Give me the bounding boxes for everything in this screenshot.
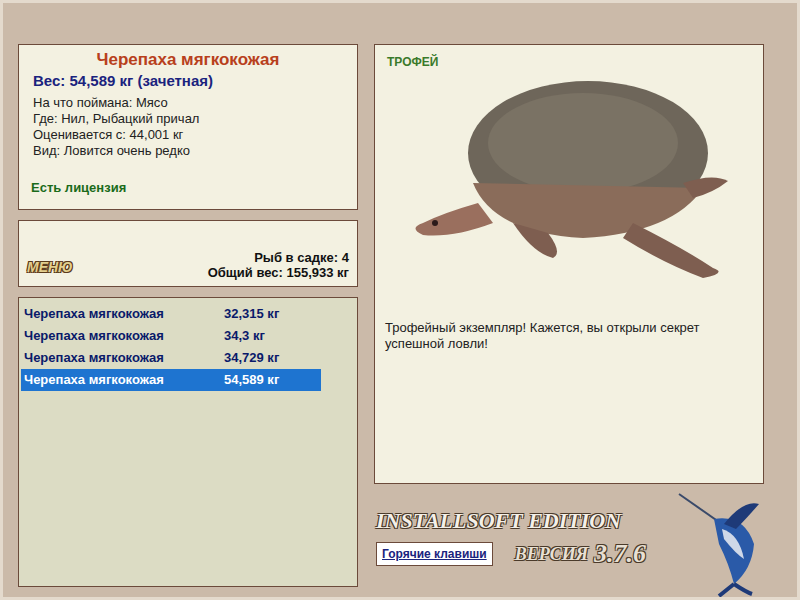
trophy-message: Трофейный экземпляр! Кажется, вы открыли… (383, 320, 755, 352)
fish-row[interactable]: Черепаха мягкокожая54,589 кг (21, 369, 321, 391)
fish-name: Черепаха мягкокожая (24, 326, 224, 346)
keepnet-count: Рыб в садке: 4 (208, 250, 349, 265)
catch-panel: Черепаха мягкокожаяВес: 54,589 кг (зачет… (18, 44, 358, 210)
version-row: Горячие клавиши ВЕРСИЯ3.7.6 (376, 540, 674, 568)
fish-name: Черепаха мягкокожая (24, 370, 224, 390)
marlin-icon (674, 484, 764, 597)
catch-weight: Вес: 54,589 кг (зачетная) (19, 71, 357, 91)
fish-name: Черепаха мягкокожая (24, 348, 224, 368)
catch-detail: На что поймана: Мясо (33, 95, 357, 111)
fish-weight: 54,589 кг (224, 370, 279, 390)
fish-weight: 32,315 кг (224, 304, 279, 324)
fish-row[interactable]: Черепаха мягкокожая32,315 кг (21, 303, 321, 325)
edition-logo: INSTALLSOFT EDITION (376, 508, 674, 534)
right-column: ТРОФЕЙ Трофейный экземпляр! Кажется, вы о… (374, 44, 764, 597)
turtle-photo (383, 73, 753, 288)
trophy-panel: ТРОФЕЙ Трофейный экземпляр! Кажется, вы о… (374, 44, 764, 484)
catch-detail: Оценивается с: 44,001 кг (33, 127, 357, 143)
fish-weight: 34,729 кг (224, 348, 279, 368)
version: ВЕРСИЯ3.7.6 (515, 540, 646, 568)
version-label: ВЕРСИЯ (515, 541, 588, 568)
catch-detail: Где: Нил, Рыбацкий причал (33, 111, 357, 127)
version-number: 3.7.6 (594, 540, 646, 568)
footer: INSTALLSOFT EDITION Горячие клавиши ВЕРСИЯ… (374, 484, 764, 597)
catch-details: На что поймана: МясоГде: Нил, Рыбацкий п… (19, 95, 357, 159)
keepnet-total: Общий вес: 155,933 кг (208, 265, 349, 280)
keepnet-info: Рыб в садке: 4Общий вес: 155,933 кг (208, 250, 349, 280)
license-status: Есть лицензия (19, 178, 357, 210)
menu-button[interactable]: МЕНЮ (27, 257, 73, 278)
footer-text: INSTALLSOFT EDITION Горячие клавиши ВЕРСИЯ… (374, 484, 674, 597)
fish-name: Черепаха мягкокожая (24, 304, 224, 324)
catch-detail: Вид: Ловится очень редко (33, 143, 357, 159)
trophy-label: ТРОФЕЙ (383, 53, 755, 71)
catch-name: Черепаха мягкокожая (19, 45, 357, 71)
fish-weight: 34,3 кг (224, 326, 265, 346)
fish-list: Черепаха мягкокожая32,315 кгЧерепаха мяг… (18, 297, 358, 587)
keepnet-panel: МЕНЮ Рыб в садке: 4Общий вес: 155,933 кг (18, 220, 358, 287)
left-column: Черепаха мягкокожаяВес: 54,589 кг (зачет… (18, 44, 358, 597)
fish-row[interactable]: Черепаха мягкокожая34,729 кг (21, 347, 321, 369)
hotkeys-button[interactable]: Горячие клавиши (376, 542, 493, 566)
fish-row[interactable]: Черепаха мягкокожая34,3 кг (21, 325, 321, 347)
